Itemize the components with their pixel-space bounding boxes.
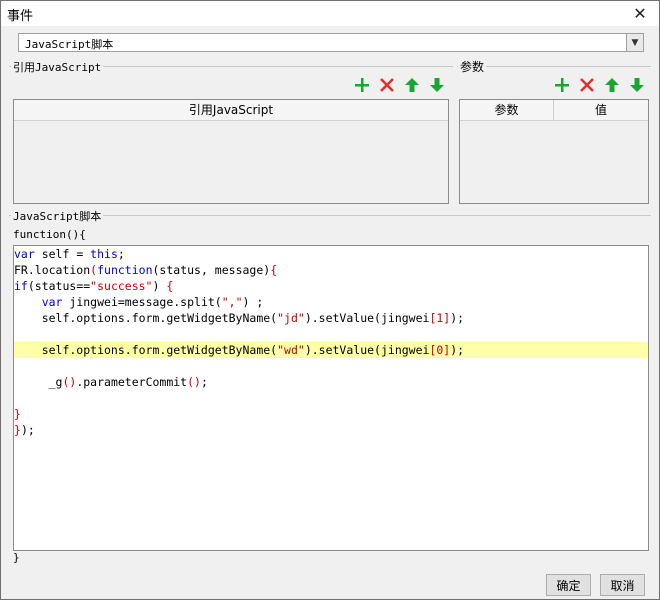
code-token: self.options.form.getWidgetByName( [14, 311, 278, 325]
params-move-down-button[interactable] [628, 76, 646, 94]
close-icon: ✕ [633, 4, 647, 23]
code-line[interactable]: var self = this; [14, 246, 648, 262]
code-token: () [187, 375, 201, 389]
script-type-select[interactable]: JavaScript脚本 ▼ [18, 33, 644, 52]
code-token: "wd" [277, 343, 305, 357]
code-token: ).setValue(jingwei [304, 343, 430, 357]
close-button[interactable]: ✕ [625, 1, 655, 26]
code-token: { [270, 263, 278, 277]
code-token: self = [34, 247, 91, 261]
params-add-button[interactable] [553, 76, 571, 94]
code-token: self.options.form.getWidgetByName( [14, 343, 278, 357]
code-token: function [97, 263, 153, 277]
code-token: "," [221, 295, 243, 309]
code-token: (status== [27, 279, 91, 293]
code-token: ; [117, 247, 125, 261]
code-line[interactable]: self.options.form.getWidgetByName("jd").… [14, 310, 648, 326]
chevron-down-icon: ▼ [631, 37, 639, 48]
code-token: ); [450, 343, 465, 357]
delete-icon [380, 78, 394, 92]
code-line[interactable]: if(status=="success") { [14, 278, 648, 294]
script-header: function(){ [13, 228, 86, 241]
script-editor[interactable]: var self = this; FR.location(function(sta… [13, 245, 649, 551]
code-token: ); [20, 423, 35, 437]
code-token: [0] [429, 343, 451, 357]
code-token: .parameterCommit [76, 375, 188, 389]
code-token: (status, message) [152, 263, 271, 277]
delete-icon [580, 78, 594, 92]
ref-js-delete-button[interactable] [378, 76, 396, 94]
code-token: [1] [429, 311, 451, 325]
code-token: "jd" [277, 311, 305, 325]
ref-js-column-header[interactable]: 引用JavaScript [14, 100, 448, 120]
arrow-up-icon [605, 78, 619, 92]
code-line[interactable]: var jingwei=message.split(",") ; [14, 294, 648, 310]
script-type-value: JavaScript脚本 [25, 38, 114, 51]
dialog-body: JavaScript脚本 ▼ 引用JavaScript 参数 引用JavaScr… [1, 26, 659, 599]
ref-js-group-label: 引用JavaScript [11, 59, 104, 75]
add-icon [555, 78, 569, 92]
code-line[interactable]: self.options.form.getWidgetByName("wd").… [14, 342, 648, 358]
params-group-label: 参数 [458, 58, 487, 75]
params-group-line [457, 66, 651, 67]
code-token: if [14, 279, 28, 293]
params-column-name[interactable]: 参数 [460, 100, 554, 120]
code-token: ); [450, 311, 465, 325]
params-delete-button[interactable] [578, 76, 596, 94]
arrow-down-icon [430, 78, 444, 92]
code-token: this [90, 247, 118, 261]
params-column-value[interactable]: 值 [554, 100, 648, 120]
code-token: var [14, 247, 35, 261]
code-token: { [166, 279, 174, 293]
code-line[interactable] [14, 326, 648, 342]
code-token: FR.location [14, 263, 91, 277]
params-move-up-button[interactable] [603, 76, 621, 94]
dropdown-button[interactable]: ▼ [626, 34, 643, 51]
code-line[interactable]: }); [14, 422, 648, 438]
code-token: var [41, 295, 63, 309]
code-line[interactable] [14, 358, 648, 374]
script-group-label: JavaScript脚本 [11, 208, 104, 224]
ref-js-move-up-button[interactable] [403, 76, 421, 94]
add-icon [355, 78, 369, 92]
code-token: } [14, 423, 21, 437]
code-token: jingwei=message.split( [62, 295, 222, 309]
code-token: ; [200, 375, 208, 389]
code-token: "success" [90, 279, 153, 293]
code-line[interactable]: FR.location(function(status, message){ [14, 262, 648, 278]
code-line[interactable]: } [14, 406, 648, 422]
ref-js-add-button[interactable] [353, 76, 371, 94]
arrow-down-icon [630, 78, 644, 92]
arrow-up-icon [405, 78, 419, 92]
code-token: ) ; [242, 295, 264, 309]
ref-js-table[interactable]: 引用JavaScript [13, 99, 449, 204]
code-line[interactable]: _g().parameterCommit(); [14, 374, 648, 390]
ref-js-table-header: 引用JavaScript [14, 100, 448, 121]
title-bar: 事件 ✕ [1, 1, 659, 26]
ref-js-move-down-button[interactable] [428, 76, 446, 94]
event-dialog: 事件 ✕ JavaScript脚本 ▼ 引用JavaScript 参数 引用Ja… [0, 0, 660, 600]
code-line[interactable] [14, 390, 648, 406]
ok-button[interactable]: 确定 [546, 574, 591, 596]
script-footer: } [13, 551, 20, 564]
dialog-title: 事件 [7, 9, 34, 24]
code-token: ) [152, 279, 167, 293]
code-token: () [62, 375, 77, 389]
params-table-header: 参数 值 [460, 100, 648, 121]
code-token: _g [14, 375, 63, 389]
cancel-button[interactable]: 取消 [600, 574, 645, 596]
code-token: } [14, 407, 21, 421]
code-token: ).setValue(jingwei [304, 311, 430, 325]
params-table[interactable]: 参数 值 [459, 99, 649, 204]
script-group-line [9, 215, 651, 216]
